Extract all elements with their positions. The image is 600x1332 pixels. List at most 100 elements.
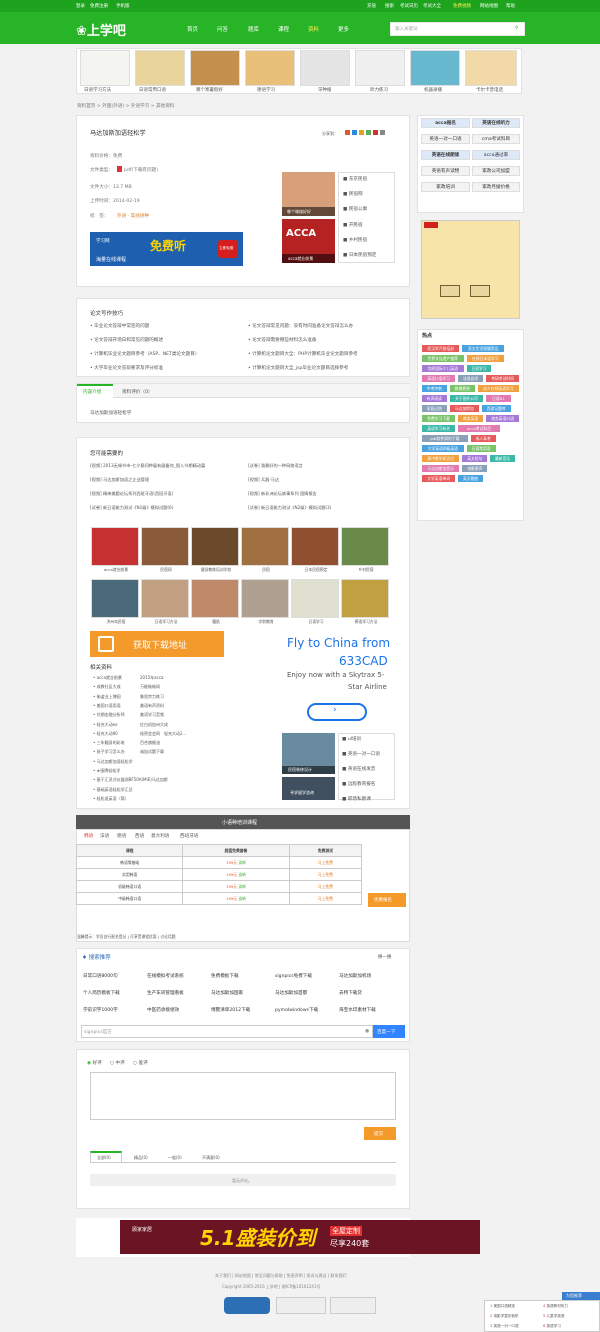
nav-more[interactable]: 更多: [338, 25, 349, 33]
related-link[interactable]: 万能偷偷网: [140, 684, 160, 690]
tab-reviews[interactable]: 资料评价（0）: [122, 389, 153, 395]
hot-tag[interactable]: acca考试科目: [458, 425, 500, 432]
game-ad[interactable]: [421, 220, 520, 319]
article-link[interactable]: • 毕业论文答辩中常犯的问题: [90, 323, 149, 329]
mini-ad-image[interactable]: [282, 777, 335, 800]
mini-ad-label[interactable]: 民宿装修设计: [288, 767, 312, 773]
hot-tag[interactable]: 英语学习有关: [422, 425, 456, 432]
game-button-right[interactable]: [470, 285, 490, 297]
hot-tag[interactable]: 成人在线英语学习: [477, 385, 520, 392]
mini-link[interactable]: ■ 民宿公寓: [343, 206, 367, 212]
maybe-link[interactable]: [视频] 新非洲论坛故事系列 国情报告: [248, 491, 317, 497]
banner-caption[interactable]: 德语学习: [257, 87, 275, 93]
float-link[interactable]: 5 儿童学英语: [543, 1314, 564, 1319]
banner-caption[interactable]: 哪个寒暑假好: [196, 87, 223, 93]
float-link[interactable]: 6 英语学习: [543, 1324, 561, 1329]
side-link[interactable]: 家政公司加盟: [472, 166, 520, 176]
course-tab[interactable]: 法语: [100, 833, 109, 839]
listen-link[interactable]: 试听: [238, 860, 246, 865]
hot-tag[interactable]: 武汉学汽修培训: [422, 345, 460, 352]
banner-caption[interactable]: 日语常用口语: [139, 87, 166, 93]
help-link[interactable]: 帮助: [506, 3, 515, 9]
qq-icon[interactable]: [352, 130, 357, 135]
grid-image[interactable]: [91, 527, 139, 566]
grid-caption[interactable]: 日语学习: [293, 619, 339, 625]
course-name[interactable]: 初级韩语口语: [75, 880, 184, 893]
renren-icon[interactable]: [373, 130, 378, 135]
tab-label[interactable]: 一般(0): [168, 1155, 182, 1161]
course-name[interactable]: 实用韩语: [75, 868, 184, 881]
grid-image[interactable]: [291, 579, 339, 618]
maybe-link[interactable]: [视频] 2013无锡书市-七夕易同种展有展备你_图入节期精动篇: [90, 463, 205, 469]
nav-courses[interactable]: 课程: [278, 25, 289, 33]
mini-link[interactable]: ■ 职场私教课: [342, 796, 371, 802]
maybe-link[interactable]: [视频] 精神美题论坛系列西班牙语(西班牙语): [90, 491, 173, 497]
ad-next-button[interactable]: [307, 703, 367, 721]
grid-image[interactable]: [191, 527, 239, 566]
related-link[interactable]: • ★接牌轻松学: [93, 768, 120, 774]
signup-link[interactable]: 马上免费: [318, 860, 333, 865]
related-link[interactable]: • 基于汇灵式仪器测BF50A(MIE)马达加斯: [93, 777, 168, 783]
change-button[interactable]: 换一换: [378, 954, 392, 960]
related-link[interactable]: 美语学习音频: [140, 712, 164, 718]
grid-image[interactable]: [341, 527, 389, 566]
side-link[interactable]: acca通过率: [472, 150, 520, 160]
banner-caption[interactable]: 卡尔卡普电话: [476, 87, 503, 93]
search-rec-item[interactable]: 在线模拟考试系统: [147, 973, 184, 979]
related-link[interactable]: • 轻松说英语（简）: [93, 796, 129, 802]
course-tab[interactable]: 西语: [135, 833, 144, 839]
sitemap-link[interactable]: 网站地图: [480, 3, 498, 9]
hot-tag[interactable]: 英语口语学习: [422, 375, 456, 382]
side-link[interactable]: 英语一对一口语: [421, 134, 470, 144]
hot-tag[interactable]: 微博营销: [449, 385, 475, 392]
hot-tag[interactable]: 日语常用语: [466, 445, 496, 452]
baidu-search-label[interactable]: 百度一下: [377, 1029, 395, 1035]
tab-label[interactable]: 不满意(0): [202, 1155, 220, 1161]
mini-link[interactable]: ■ ul培训: [342, 736, 361, 742]
hot-tag[interactable]: 关于国外公司: [449, 395, 483, 402]
related-link[interactable]: • acca就业前景: [93, 675, 122, 681]
hot-tag[interactable]: 商务英语: [458, 415, 483, 422]
nav-home[interactable]: 首页: [187, 25, 198, 33]
nav-qa[interactable]: 问答: [217, 25, 228, 33]
hot-tag[interactable]: 在线日本语学习: [466, 355, 504, 362]
article-link[interactable]: • 计算机论文题目大全：PHP计算机毕业论文题目参考: [248, 351, 358, 357]
grid-caption[interactable]: 民宿: [243, 567, 289, 573]
article-link[interactable]: • 论文答辩开场白和常见问题的概述: [90, 337, 163, 343]
hot-tag[interactable]: 大学英语四级英语: [422, 445, 464, 452]
related-link[interactable]: • 三年翻身的彩电: [93, 740, 125, 746]
banner-thumb[interactable]: [300, 50, 350, 86]
search-rec-item[interactable]: 马达加斯加首都: [275, 990, 307, 996]
course-cta-label[interactable]: 优惠报名: [374, 897, 392, 903]
tab-label[interactable]: 精品(0): [134, 1155, 148, 1161]
maybe-link[interactable]: [试卷] 我最好的一种网络语言: [248, 463, 303, 469]
signup-link[interactable]: 马上免费: [318, 896, 333, 901]
side-link[interactable]: 英语在线朗读: [421, 150, 470, 160]
mini-link[interactable]: ■ 开民宿: [343, 222, 363, 228]
related-link[interactable]: 秘密会会网 轻充大动2...: [140, 731, 186, 737]
article-link[interactable]: • 大学毕业论文答辩要求及评分标准: [90, 365, 163, 371]
more-share-icon[interactable]: [380, 130, 385, 135]
hot-tag[interactable]: 亚太生活保健用品: [462, 345, 504, 352]
footer-links[interactable]: 关于我们 | 网站地图 | 常见问题与帮助 | 免责声明 | 投诉与建议 | 联…: [215, 1273, 346, 1279]
related-link[interactable]: • 轻充大动90: [93, 731, 118, 737]
mini-link[interactable]: ■ 日本民宿预定: [343, 252, 376, 258]
search-rec-item[interactable]: 海宝水印素材下载: [339, 1007, 376, 1013]
grid-caption[interactable]: 济州岛民宿: [93, 619, 139, 625]
banner-thumb[interactable]: [465, 50, 517, 86]
banner-thumb[interactable]: [80, 50, 130, 86]
hot-tag[interactable]: 法语自学: [458, 375, 483, 382]
search-link[interactable]: 搜索: [385, 3, 394, 9]
hot-tag[interactable]: 商务英语口语: [486, 415, 520, 422]
search-rec-item[interactable]: 免费模板下载: [211, 973, 239, 979]
login-link[interactable]: 登录: [76, 3, 85, 9]
calendar-link[interactable]: 考试日历: [400, 3, 418, 9]
float-link[interactable]: 4 英语教材听力: [543, 1304, 568, 1309]
search-rec-item[interactable]: 马达加斯加国家: [211, 990, 243, 996]
signup-link[interactable]: 马上免费: [318, 872, 333, 877]
mini-ad-label[interactable]: 寻求留学咨询: [290, 790, 314, 796]
rating-good[interactable]: ◉ 好评: [87, 1060, 102, 1066]
banner-caption[interactable]: 机器录播: [424, 87, 442, 93]
grid-caption[interactable]: 日语学习方法: [143, 619, 189, 625]
related-link[interactable]: • 美国口语用语: [93, 703, 121, 709]
